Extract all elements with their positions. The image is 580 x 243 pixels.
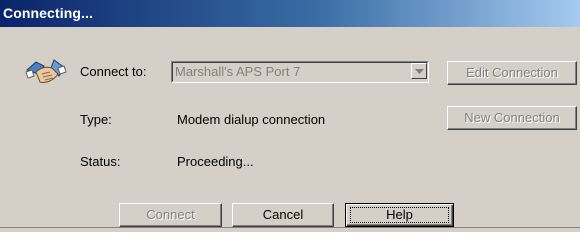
chevron-down-icon: [415, 69, 424, 74]
combobox-dropdown-button[interactable]: [411, 63, 427, 79]
edit-connection-button[interactable]: Edit Connection: [447, 61, 577, 85]
connecting-dialog: Connecting... Connect to: Marshall's APS…: [0, 0, 580, 232]
status-value: Proceeding...: [177, 154, 254, 169]
cancel-button[interactable]: Cancel: [232, 203, 334, 227]
type-value: Modem dialup connection: [177, 112, 326, 127]
connect-to-label: Connect to:: [80, 64, 147, 79]
status-label: Status:: [80, 154, 121, 169]
connection-combobox-value: Marshall's APS Port 7: [175, 64, 301, 79]
connection-combobox[interactable]: Marshall's APS Port 7: [171, 61, 429, 83]
handshake-icon: [24, 52, 68, 96]
window-title: Connecting...: [3, 5, 93, 21]
title-bar[interactable]: Connecting...: [0, 0, 580, 27]
help-button[interactable]: Help: [345, 203, 454, 227]
dialog-bottom-edge: [0, 227, 580, 232]
new-connection-button[interactable]: New Connection: [447, 106, 577, 130]
type-label: Type:: [80, 112, 112, 127]
connect-button[interactable]: Connect: [119, 203, 222, 227]
